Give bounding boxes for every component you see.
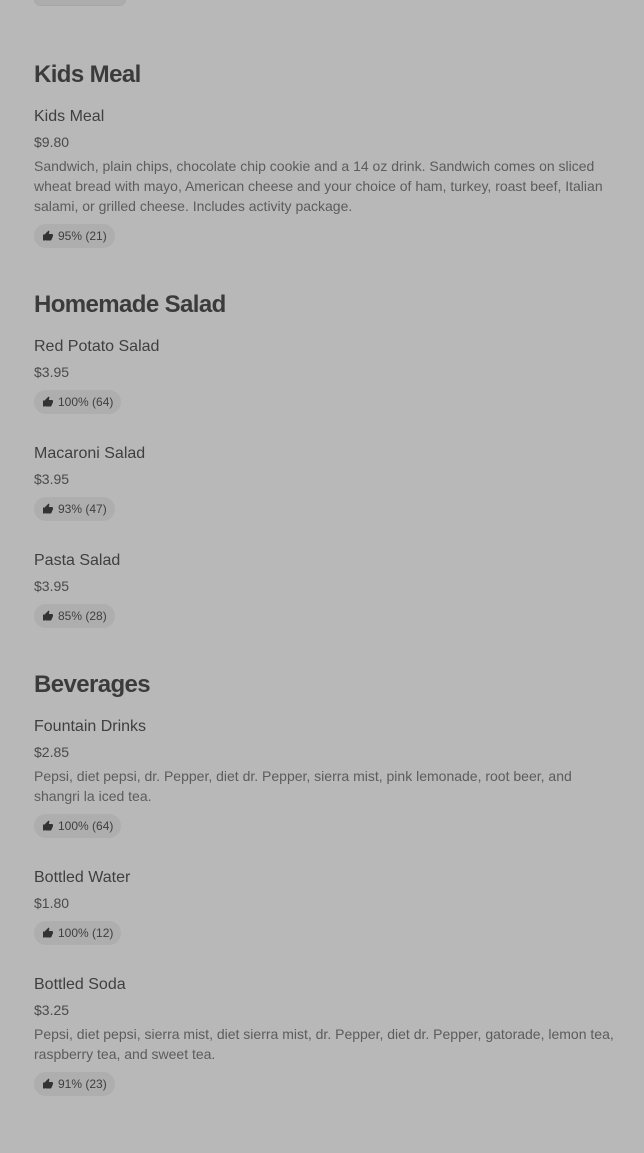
menu-item-kids-meal[interactable]: Kids Meal $9.80 Sandwich, plain chips, c… (34, 107, 618, 248)
item-price: $1.80 (34, 895, 70, 911)
thumbs-up-icon (42, 503, 58, 515)
item-price: $9.80 (34, 134, 70, 150)
rating-badge: 95% (21) (34, 224, 115, 248)
item-price: $3.95 (34, 578, 70, 594)
item-name: Fountain Drinks (34, 718, 147, 735)
menu-item-bottled-soda[interactable]: Bottled Soda $3.25 Pepsi, diet pepsi, si… (34, 975, 618, 1096)
rating-text: 95% (21) (58, 229, 107, 243)
item-name: Red Potato Salad (34, 338, 160, 355)
item-name: Bottled Soda (34, 976, 126, 993)
section-homemade-salad: Homemade Salad Red Potato Salad $3.95 10… (34, 288, 618, 628)
item-price: $3.95 (34, 364, 70, 380)
item-description: Pepsi, diet pepsi, sierra mist, diet sie… (34, 1026, 614, 1062)
menu-page: Kids Meal Kids Meal $9.80 Sandwich, plai… (34, 58, 618, 1136)
menu-item-pasta-salad[interactable]: Pasta Salad $3.95 85% (28) (34, 551, 618, 628)
menu-item-bottled-water[interactable]: Bottled Water $1.80 100% (12) (34, 868, 618, 945)
thumbs-up-icon (42, 1078, 58, 1090)
section-beverages: Beverages Fountain Drinks $2.85 Pepsi, d… (34, 668, 618, 1096)
thumbs-up-icon (42, 230, 58, 242)
item-description: Sandwich, plain chips, chocolate chip co… (34, 158, 603, 214)
item-name: Kids Meal (34, 108, 105, 125)
item-description: Pepsi, diet pepsi, dr. Pepper, diet dr. … (34, 768, 572, 804)
thumbs-up-icon (42, 927, 58, 939)
menu-item-red-potato-salad[interactable]: Red Potato Salad $3.95 100% (64) (34, 337, 618, 414)
section-title: Homemade Salad (34, 291, 226, 318)
rating-text: 100% (64) (58, 819, 114, 833)
rating-text: 100% (12) (58, 926, 114, 940)
section-kids-meal: Kids Meal Kids Meal $9.80 Sandwich, plai… (34, 58, 618, 248)
thumbs-up-icon (42, 396, 58, 408)
rating-text: 100% (64) (58, 395, 114, 409)
section-title: Kids Meal (34, 61, 141, 88)
rating-text: 93% (47) (58, 502, 107, 516)
section-title: Beverages (34, 671, 151, 698)
rating-text: 91% (23) (58, 1077, 107, 1091)
top-pill (34, 0, 126, 6)
thumbs-up-icon (42, 610, 58, 622)
rating-badge: 93% (47) (34, 497, 115, 521)
item-name: Pasta Salad (34, 552, 121, 569)
thumbs-up-icon (42, 820, 58, 832)
menu-item-fountain-drinks[interactable]: Fountain Drinks $2.85 Pepsi, diet pepsi,… (34, 717, 618, 838)
rating-badge: 100% (64) (34, 814, 122, 838)
item-name: Macaroni Salad (34, 445, 146, 462)
item-price: $3.95 (34, 471, 70, 487)
menu-item-macaroni-salad[interactable]: Macaroni Salad $3.95 93% (47) (34, 444, 618, 521)
rating-badge: 91% (23) (34, 1072, 115, 1096)
rating-text: 85% (28) (58, 609, 107, 623)
item-price: $3.25 (34, 1002, 70, 1018)
rating-badge: 100% (64) (34, 390, 122, 414)
item-price: $2.85 (34, 744, 70, 760)
rating-badge: 100% (12) (34, 921, 122, 945)
rating-badge: 85% (28) (34, 604, 115, 628)
item-name: Bottled Water (34, 869, 131, 886)
